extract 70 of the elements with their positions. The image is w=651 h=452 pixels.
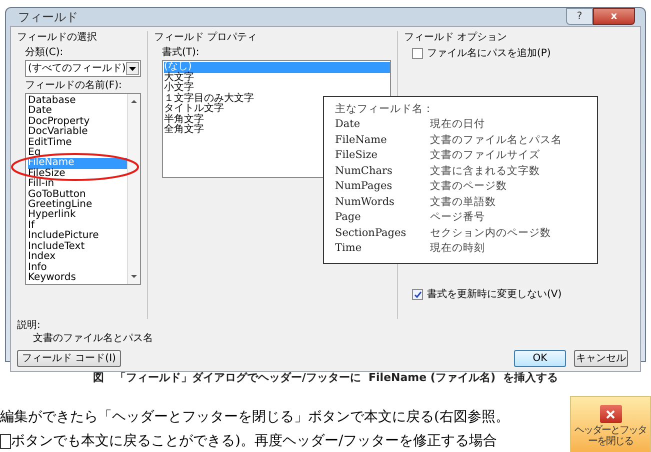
cancel-button[interactable]: キャンセル (574, 350, 628, 367)
list-item[interactable]: DocProperty (28, 116, 90, 128)
checkbox-label: ファイル名にパスを追加(P) (427, 48, 551, 58)
field-meaning: 文書の単語数 (430, 194, 496, 210)
field-name: NumChars (335, 164, 394, 178)
list-item[interactable]: FileSize (28, 168, 66, 180)
list-item[interactable]: Info (28, 262, 47, 273)
field-name: NumPages (335, 179, 394, 194)
field-label: 分類(C): (25, 46, 64, 60)
field-name: Page (335, 210, 362, 225)
field-name: FileName (335, 132, 388, 148)
ok-button[interactable]: OK (514, 350, 566, 367)
list-item[interactable]: IncludePicture (28, 231, 99, 242)
scroll-down-icon[interactable] (131, 275, 137, 278)
field-name: SectionPages (335, 226, 408, 240)
list-item[interactable]: Database (28, 96, 76, 106)
callout-title: 主なフィールド名： (335, 102, 435, 117)
list-item[interactable]: Fill-in (28, 179, 54, 190)
box-icon (0, 434, 11, 448)
list-item[interactable]: IncludeText (28, 242, 85, 252)
list-item[interactable]: 大文字 (164, 72, 194, 83)
close-button[interactable]: x (593, 8, 635, 25)
section-heading: フィールドの選択 (17, 31, 98, 45)
field-name: Time (335, 241, 363, 256)
field-meaning: ページ番号 (430, 210, 485, 225)
field-meaning: 現在の日付 (430, 117, 485, 132)
field-label: フィールドの名前(F): (25, 79, 123, 93)
field-label: 書式(T): (162, 46, 200, 60)
close-header-footer-button[interactable]: ヘッダーとフッターを閉じる (570, 396, 651, 452)
field-name: FileSize (335, 148, 379, 163)
list-item[interactable]: GoToButton (28, 190, 86, 200)
list-item[interactable]: Hyperlink (28, 210, 76, 221)
section-heading: フィールド プロパティ (154, 31, 258, 45)
description-label: 説明: (17, 319, 42, 332)
checkbox[interactable] (412, 289, 423, 300)
list-item[interactable]: DocVariable (28, 127, 88, 138)
scrollbar[interactable] (127, 94, 140, 284)
list-item[interactable]: 半角文字 (164, 114, 204, 125)
field-meaning: 文書のページ数 (430, 179, 507, 194)
list-item[interactable]: Keywords (28, 272, 76, 284)
category-dropdown[interactable]: (すべてのフィールド) (25, 60, 141, 77)
body-text: 編集ができたら「ヘッダーとフッターを閉じる」ボタンで本文に戻る(右図参照。 (0, 408, 510, 427)
description-text: 文書のファイル名とパス名 (33, 332, 154, 345)
list-item[interactable]: EditTime (28, 138, 72, 148)
list-item[interactable]: 全角文字 (164, 125, 204, 136)
scroll-up-icon[interactable] (131, 100, 137, 103)
close-icon (600, 405, 622, 423)
field-meaning: セクション内のページ数 (430, 226, 551, 240)
field-name: NumWords (335, 194, 396, 210)
list-item[interactable]: Index (28, 252, 56, 262)
list-item[interactable]: If (28, 220, 34, 232)
section-heading: フィールド オプション (404, 31, 508, 45)
field-meaning: 文書のファイル名とパス名 (430, 132, 562, 148)
list-item[interactable]: １文字目のみ大文字 (164, 94, 254, 104)
list-item[interactable]: 小文字 (164, 83, 194, 94)
checkbox[interactable] (412, 48, 423, 59)
field-meaning: 現在の時刻 (430, 241, 485, 256)
checkbox-label: 書式を更新時に変更しない(V) (427, 290, 562, 300)
window-title: フィールド (18, 9, 78, 26)
field-meaning: 文書に含まれる文字数 (430, 164, 540, 178)
list-item[interactable]: Date (28, 106, 52, 117)
field-code-button[interactable]: フィールド コード(I) (17, 350, 121, 367)
list-item[interactable]: Eq (28, 148, 41, 158)
list-item[interactable]: タイトル文字 (164, 104, 224, 114)
body-text: ボタンでも本文に戻ることができる)。再度ヘッダー/フッターを修正する場合 (11, 432, 498, 451)
list-item[interactable]: GreetingLine (28, 200, 92, 210)
figure-caption: 図 「フィールド」ダイアログでヘッダー/フッターに FileName (ファイル名) を挿入する (92, 371, 558, 385)
field-name: Date (335, 117, 362, 132)
field-meaning: 文書のファイルサイズ (430, 148, 540, 163)
help-button[interactable]: ? (566, 8, 593, 25)
